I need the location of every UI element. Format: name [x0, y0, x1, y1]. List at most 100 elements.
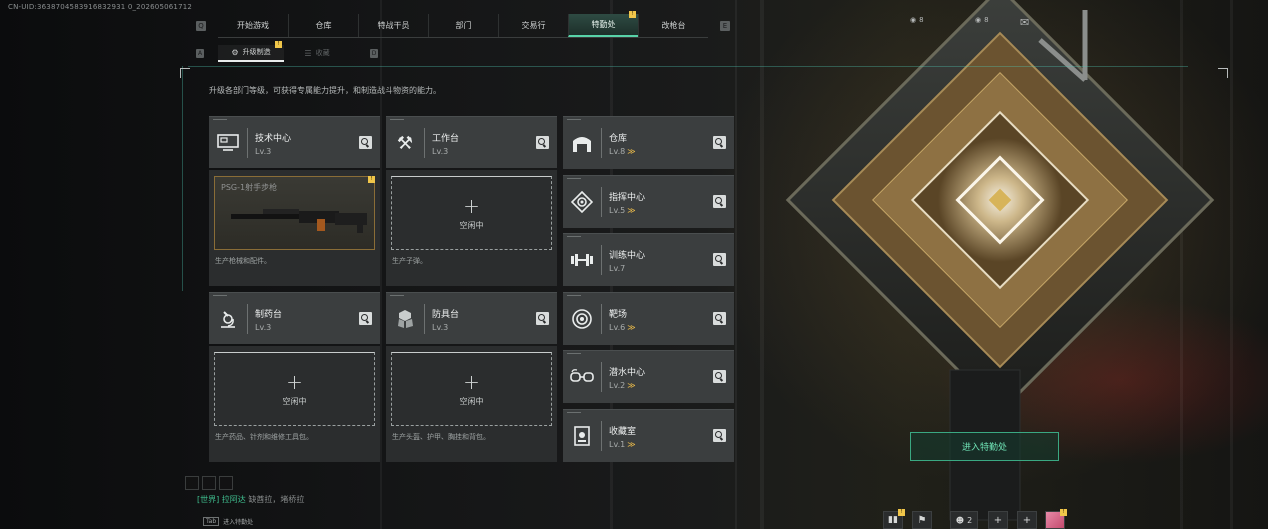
search-icon[interactable] [713, 253, 726, 266]
currency-a-icon: ◉ [910, 16, 917, 24]
production-card-pharmacy: 制药台 Lv.3 + 空闲中 生产药品、针剂和维修工具包。 [209, 292, 380, 462]
chat-toggle-2[interactable] [202, 476, 216, 490]
alert-badge: ! [898, 509, 905, 516]
chat-channel: [世界] [197, 495, 220, 504]
armor-icon [392, 306, 418, 332]
plus-icon: + [286, 369, 303, 394]
department-card-collection-room[interactable]: 收藏室 Lv.1 ≫ [563, 409, 734, 462]
production-slot-empty[interactable]: + 空闲中 [391, 176, 552, 250]
stats-button[interactable]: ▮▮ ! [883, 509, 905, 529]
card-header[interactable]: 技术中心 Lv.3 [209, 116, 380, 168]
tab-gunsmith[interactable]: 改枪台 [638, 14, 708, 37]
card-header[interactable]: ⚒ 工作台 Lv.3 [386, 116, 557, 168]
production-slot-empty[interactable]: + 空闲中 [391, 352, 552, 426]
enter-chat-label: 进入特勤处 [223, 519, 254, 526]
enter-chat-hint[interactable]: Tab 进入特勤处 [203, 517, 253, 526]
upgrade-available-icon: ≫ [627, 440, 636, 449]
rifle-icon [231, 209, 367, 233]
search-icon[interactable] [359, 312, 372, 325]
tab-department[interactable]: 部门 [428, 14, 498, 37]
garage-icon [569, 130, 595, 156]
upgrade-available-icon: ≫ [627, 381, 636, 390]
card-level: Lv.8 ≫ [609, 147, 636, 156]
search-icon[interactable] [536, 312, 549, 325]
production-slot-item[interactable]: PSG-1射手步枪 ! [214, 176, 375, 250]
subnav-next-key[interactable]: D [370, 48, 378, 58]
collection-icon: ☰ [304, 48, 312, 58]
currency-b-icon: ◉ [975, 16, 982, 24]
upgrade-available-icon: ≫ [627, 323, 636, 332]
chat-message: [世界] 拉阿达 缺酋拉，堵桥拉 [197, 494, 304, 505]
card-note: 生产子弹。 [392, 257, 427, 265]
nav-next-key[interactable]: E [720, 21, 730, 31]
collection-icon [569, 423, 595, 449]
tab-start-game[interactable]: 开始游戏 [218, 14, 288, 37]
add-button-1[interactable]: + [988, 511, 1008, 529]
plus-icon: + [993, 514, 1003, 526]
card-level: Lv.5 ≫ [609, 206, 636, 215]
nav-prev-key[interactable]: Q [196, 21, 206, 31]
enter-special-ops-button[interactable]: 进入特勤处 [910, 432, 1059, 461]
flag-button[interactable]: ⚑ [912, 511, 932, 529]
department-card-diving-center[interactable]: 潜水中心 Lv.2 ≫ [563, 350, 734, 403]
subnav-prev-key[interactable]: A [196, 48, 204, 58]
friends-icon: ☻ [955, 515, 965, 525]
chat-toggle-3[interactable] [219, 476, 233, 490]
tab-special-ops[interactable]: 特勤处 ! [568, 11, 638, 37]
top-nav: Q 开始游戏 仓库 特战干员 部门 交易行 特勤处 ! 改枪台 E [196, 11, 730, 38]
card-title: 训练中心 [609, 251, 646, 261]
tab-upgrade-craft[interactable]: ⚙ 升级制造 ! [218, 40, 284, 62]
search-icon[interactable] [713, 429, 726, 442]
card-level: Lv.7 [609, 264, 626, 273]
search-icon[interactable] [536, 136, 549, 149]
card-level: Lv.2 ≫ [609, 381, 636, 390]
card-header[interactable]: 制药台 Lv.3 [209, 292, 380, 344]
hud-guide-line [188, 66, 1188, 67]
search-icon[interactable] [713, 370, 726, 383]
department-card-warehouse[interactable]: 仓库 Lv.8 ≫ [563, 116, 734, 169]
card-title: 收藏室 [609, 427, 637, 437]
alert-badge: ! [629, 11, 636, 18]
microscope-icon [215, 306, 241, 332]
card-title: 防具台 [432, 310, 460, 320]
production-slot-empty[interactable]: + 空闲中 [214, 352, 375, 426]
card-header[interactable]: 防具台 Lv.3 [386, 292, 557, 344]
chat-text: 缺酋拉，堵桥拉 [248, 495, 305, 504]
tab-trading[interactable]: 交易行 [498, 14, 568, 37]
search-icon[interactable] [713, 136, 726, 149]
target-icon [569, 306, 595, 332]
card-title: 仓库 [609, 134, 628, 144]
tab-warehouse[interactable]: 仓库 [288, 14, 358, 37]
production-card-armor: 防具台 Lv.3 + 空闲中 生产头盔、护甲、胸挂和背包。 [386, 292, 557, 462]
friends-button[interactable]: ☻ 2 [950, 511, 978, 529]
card-title: 工作台 [432, 134, 460, 144]
uid-label: CN-UID:3638704583916832931 0_20260506171… [8, 3, 193, 11]
department-card-command-center[interactable]: 指挥中心 Lv.5 ≫ [563, 175, 734, 228]
add-button-2[interactable]: + [1017, 511, 1037, 529]
department-card-training-center[interactable]: 训练中心 Lv.7 [563, 233, 734, 286]
card-body: + 空闲中 生产子弹。 [386, 170, 557, 286]
tab-collection[interactable]: ☰ 收藏 [284, 45, 350, 62]
sub-tabs: ⚙ 升级制造 ! ☰ 收藏 [218, 40, 350, 62]
flag-icon: ⚑ [917, 514, 927, 526]
chat-toggle-1[interactable] [185, 476, 199, 490]
plus-icon: + [463, 369, 480, 394]
command-icon [569, 189, 595, 215]
alert-badge: ! [368, 176, 375, 183]
plus-icon: + [1022, 514, 1032, 526]
avatar[interactable]: ! [1045, 509, 1067, 529]
hud-corner [1218, 68, 1228, 78]
production-card-workbench: ⚒ 工作台 Lv.3 + 空闲中 生产子弹。 [386, 116, 557, 286]
production-card-tech-center: 技术中心 Lv.3 PSG-1射手步枪 ! 生产枪械和配件。 [209, 116, 380, 286]
currency-a-amount: 8 [919, 16, 924, 24]
alert-badge: ! [275, 40, 282, 48]
department-card-shooting-range[interactable]: 靶场 Lv.6 ≫ [563, 292, 734, 345]
chat-sender[interactable]: 拉阿达 [222, 495, 246, 504]
tab-operators[interactable]: 特战干员 [358, 14, 428, 37]
dumbbell-icon [569, 247, 595, 273]
search-icon[interactable] [713, 312, 726, 325]
search-icon[interactable] [359, 136, 372, 149]
hud-corner [180, 68, 190, 78]
search-icon[interactable] [713, 195, 726, 208]
mail-button[interactable]: ✉ [1020, 16, 1029, 29]
